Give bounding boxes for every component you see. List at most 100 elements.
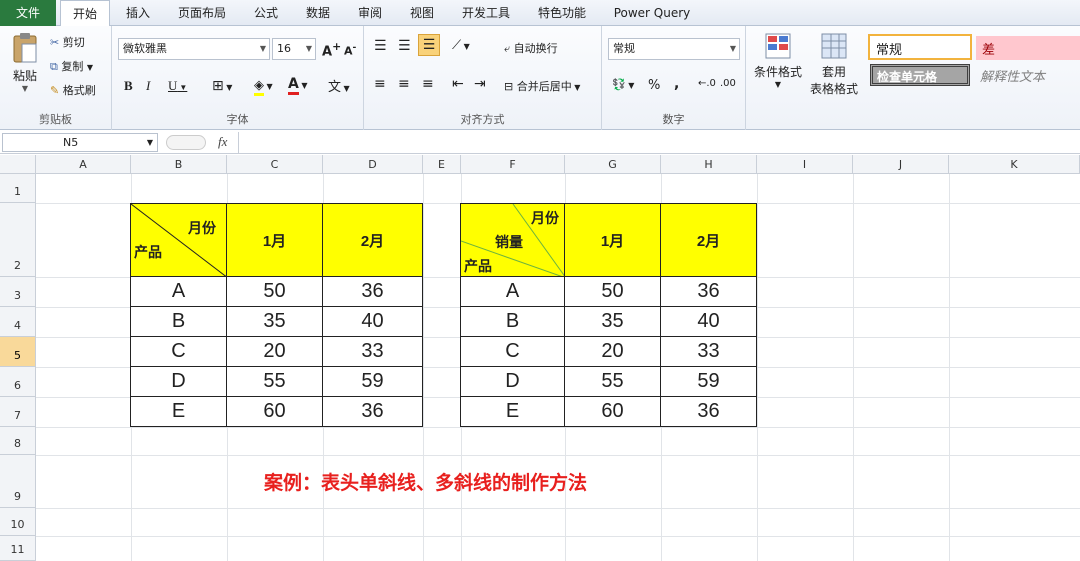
table2-cell[interactable]: 20 (564, 336, 661, 367)
row-header-2[interactable]: 2 (0, 203, 36, 277)
currency-button[interactable]: 💱 ▼ (612, 78, 634, 91)
table2-diagonal-header[interactable]: 月份 销量 产品 (460, 203, 565, 277)
style-explanatory[interactable]: 解释性文本 (980, 66, 1045, 85)
formula-input[interactable] (238, 132, 1080, 153)
row-header-5[interactable]: 5 (0, 337, 36, 367)
table1-cell[interactable]: 60 (226, 396, 323, 427)
tab-insert[interactable]: 插入 (116, 0, 160, 26)
select-all-corner[interactable] (0, 155, 36, 174)
shrink-font-button[interactable]: A- (344, 42, 356, 58)
col-header-i[interactable]: I (757, 155, 853, 174)
increase-decimal-button[interactable]: ←.0 (698, 78, 716, 89)
font-color-button[interactable]: A ▼ (288, 76, 308, 95)
tab-file[interactable]: 文件 (0, 0, 56, 26)
number-format-select[interactable]: 常规 ▼ (608, 38, 740, 60)
col-header-e[interactable]: E (423, 155, 461, 174)
table1-cell[interactable]: 33 (322, 336, 423, 367)
copy-button[interactable]: ⧉ 复制 ▼ (50, 58, 93, 74)
bold-button[interactable]: B (124, 78, 133, 94)
row-header-11[interactable]: 11 (0, 536, 36, 561)
row-header-10[interactable]: 10 (0, 508, 36, 536)
phonetic-button[interactable]: 文 ▼ (328, 76, 350, 95)
paste-button[interactable]: 粘贴 ▼ (6, 32, 44, 102)
decrease-indent-button[interactable]: ⇤ (452, 76, 464, 92)
align-top-button[interactable]: ☰ (374, 38, 387, 54)
table1-cell[interactable]: B (130, 306, 227, 337)
tab-power-query[interactable]: Power Query (604, 0, 700, 26)
table2-header-feb[interactable]: 2月 (660, 203, 757, 277)
fx-icon[interactable]: fx (218, 134, 227, 150)
font-name-select[interactable]: 微软雅黑 ▼ (118, 38, 270, 60)
name-box[interactable]: N5 ▼ (2, 133, 158, 152)
tab-formulas[interactable]: 公式 (244, 0, 288, 26)
table1-cell[interactable]: 40 (322, 306, 423, 337)
format-painter-button[interactable]: ✎ 格式刷 (50, 82, 96, 98)
spreadsheet-grid[interactable]: A B C D E F G H I J K 1 2 3 4 5 6 7 8 9 … (0, 155, 1080, 561)
underline-button[interactable]: U ▼ (168, 78, 187, 94)
col-header-b[interactable]: B (131, 155, 227, 174)
grow-font-button[interactable]: A+ (322, 40, 341, 59)
conditional-format-button[interactable]: 条件格式 ▼ (750, 32, 806, 89)
table1-cell[interactable]: 59 (322, 366, 423, 397)
wrap-text-button[interactable]: ⤶ 自动换行 (504, 40, 558, 56)
table2-cell[interactable]: D (460, 366, 565, 397)
table2-cell[interactable]: 60 (564, 396, 661, 427)
table1-cell[interactable]: 35 (226, 306, 323, 337)
align-right-button[interactable]: ≡ (422, 76, 434, 92)
row-header-1[interactable]: 1 (0, 174, 36, 203)
table2-cell[interactable]: 36 (660, 396, 757, 427)
style-bad[interactable]: 差 (976, 36, 1080, 60)
decrease-decimal-button[interactable]: .00 (720, 78, 736, 89)
table2-cell[interactable]: 36 (660, 276, 757, 307)
table2-cell[interactable]: 59 (660, 366, 757, 397)
row-header-6[interactable]: 6 (0, 367, 36, 397)
format-as-table-button[interactable]: 套用 表格格式 (804, 32, 864, 97)
align-center-button[interactable]: ≡ (398, 76, 410, 92)
percent-button[interactable]: % (648, 78, 660, 93)
comma-button[interactable]: , (674, 76, 679, 92)
table2-cell[interactable]: 50 (564, 276, 661, 307)
row-header-9[interactable]: 9 (0, 455, 36, 508)
align-bottom-button[interactable]: ☰ (418, 34, 440, 56)
italic-button[interactable]: I (146, 78, 150, 94)
row-header-3[interactable]: 3 (0, 277, 36, 307)
col-header-k[interactable]: K (949, 155, 1080, 174)
table1-cell[interactable]: C (130, 336, 227, 367)
table2-cell[interactable]: 35 (564, 306, 661, 337)
col-header-a[interactable]: A (36, 155, 131, 174)
table1-cell[interactable]: E (130, 396, 227, 427)
table2-cell[interactable]: A (460, 276, 565, 307)
orientation-button[interactable]: ⟋ ▼ (452, 38, 470, 53)
row-header-8[interactable]: 8 (0, 427, 36, 455)
style-normal[interactable]: 常规 (868, 34, 972, 60)
align-left-button[interactable]: ≡ (374, 76, 386, 92)
table1-diagonal-header[interactable]: 月份 产品 (130, 203, 227, 277)
col-header-c[interactable]: C (227, 155, 323, 174)
col-header-j[interactable]: J (853, 155, 949, 174)
table1-cell[interactable]: 55 (226, 366, 323, 397)
tab-home[interactable]: 开始 (60, 0, 110, 27)
table2-cell[interactable]: 40 (660, 306, 757, 337)
table1-cell[interactable]: 36 (322, 276, 423, 307)
table1-header-jan[interactable]: 1月 (226, 203, 323, 277)
table1-cell[interactable]: 50 (226, 276, 323, 307)
style-check-cell[interactable]: 检查单元格 (870, 64, 970, 86)
table2-cell[interactable]: C (460, 336, 565, 367)
table1-cell[interactable]: 20 (226, 336, 323, 367)
table1-cell[interactable]: 36 (322, 396, 423, 427)
table2-header-jan[interactable]: 1月 (564, 203, 661, 277)
tab-review[interactable]: 审阅 (348, 0, 392, 26)
borders-button[interactable]: ⊞ ▼ (212, 78, 232, 94)
table1-cell[interactable]: D (130, 366, 227, 397)
table1-cell[interactable]: A (130, 276, 227, 307)
col-header-g[interactable]: G (565, 155, 661, 174)
tab-page-layout[interactable]: 页面布局 (168, 0, 236, 26)
table2-cell[interactable]: 55 (564, 366, 661, 397)
col-header-h[interactable]: H (661, 155, 757, 174)
fill-color-button[interactable]: ◈ ▼ (254, 78, 273, 96)
table2-cell[interactable]: 33 (660, 336, 757, 367)
tab-view[interactable]: 视图 (400, 0, 444, 26)
row-header-7[interactable]: 7 (0, 397, 36, 427)
row-header-4[interactable]: 4 (0, 307, 36, 337)
formula-bar-splitter[interactable] (166, 135, 206, 150)
